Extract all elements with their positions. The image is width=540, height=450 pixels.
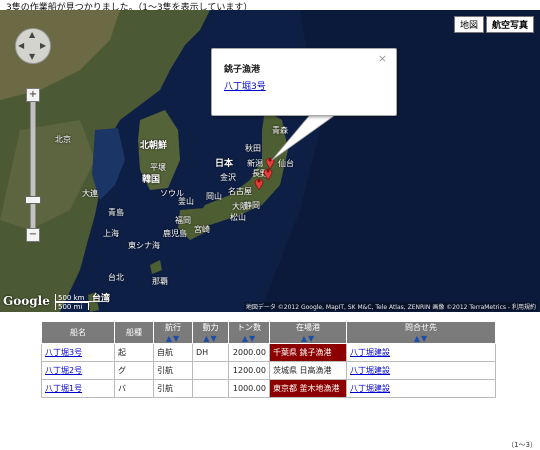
scale-mi: 500 mi [55,302,89,311]
ship-type-cell: グ [114,361,154,380]
ship-rows: 八丁堀3号起自航 DH 2000.00 千葉県 銚子漁港 八丁堀建設 八丁堀2号グ引航 12… [41,343,496,398]
ship-name-link[interactable]: 八丁堀1号 [45,384,82,393]
contact-link[interactable]: 八丁堀建設 [350,366,390,375]
ship-name-cell: 八丁堀3号 [41,343,115,362]
ship-table: 船名 船種 航行 ▲▼ 動力 ▲▼ トン数 ▲▼ 在場港 ▲▼ 問合せ先 ▲▼ 八丁堀3号… [41,321,496,398]
ship-power-cell [192,361,229,380]
table-row: 八丁堀2号 グ引航 1200.00 茨城県 日高漁港 八丁堀建設 [41,361,496,380]
ship-name-link[interactable]: 八丁堀2号 [45,366,82,375]
close-icon[interactable]: × [378,52,387,65]
sort-icon[interactable]: ▲▼ [229,334,269,343]
info-window: 銚子漁港 八丁堀3号 × [211,48,397,116]
ship-nav-cell: 引航 [153,379,193,398]
map-attribution: 地図データ ©2012 Google, MapIT, SK M&C, Tele … [243,302,538,311]
ship-power-cell: DH [192,343,229,362]
ship-type-cell: 起 [114,343,154,362]
col-tons: トン数 ▲▼ [228,321,270,344]
ship-port-cell: 茨城県 日高漁港 [269,361,347,380]
ship-tons-cell: 1200.00 [228,361,270,380]
table-row: 八丁堀3号 起自航 DH 2000.00 千葉県 銚子漁港 八丁堀建設 [41,343,496,362]
popup-ship-link[interactable]: 八丁堀3号 [224,79,266,92]
sort-icon[interactable]: ▲▼ [154,334,192,343]
sort-icon[interactable]: ▲▼ [193,334,228,343]
sort-icon[interactable]: ▲▼ [347,334,495,343]
ship-tons-cell: 2000.00 [228,343,270,362]
col-nav: 航行 ▲▼ [153,321,193,344]
contact-cell: 八丁堀建設 [346,361,496,380]
ship-port-cell: 東京都 釜木地漁港 [269,379,347,398]
contact-link[interactable]: 八丁堀建設 [350,384,390,393]
ship-power-cell [192,379,229,398]
ship-type-cell: バ [114,379,154,398]
ship-name-link[interactable]: 八丁堀3号 [45,348,82,357]
table-row: 八丁堀1号 バ引航 1000.00 東京都 釜木地漁港 八丁堀建設 [41,379,496,398]
ship-nav-cell: 引航 [153,361,193,380]
col-contact: 問合せ先 ▲▼ [346,321,496,344]
google-logo: Google [3,294,50,308]
ship-name-cell: 八丁堀2号 [41,361,115,380]
ship-name-cell: 八丁堀1号 [41,379,115,398]
map-view[interactable]: 地図 航空写真 ▲ ◀ ▶ ▼ + − 北京 北朝鮮 韓国 日本 東シナ海 上海 台北 青森秋… [0,10,540,312]
ship-tons-cell: 1000.00 [228,379,270,398]
col-power: 動力 ▲▼ [192,321,229,344]
contact-link[interactable]: 八丁堀建設 [350,348,390,357]
col-type: 船種 [114,321,154,344]
map-label-taiwan: 台湾 [92,294,111,304]
ship-nav-cell: 自航 [153,343,193,362]
ship-port-cell: 千葉県 銚子漁港 [269,343,347,362]
contact-cell: 八丁堀建設 [346,343,496,362]
contact-cell: 八丁堀建設 [346,379,496,398]
popup-port-title: 銚子漁港 [224,65,261,75]
sort-icon[interactable]: ▲▼ [270,334,346,343]
col-name: 船名 [41,321,115,344]
col-port: 在場港 ▲▼ [269,321,347,344]
